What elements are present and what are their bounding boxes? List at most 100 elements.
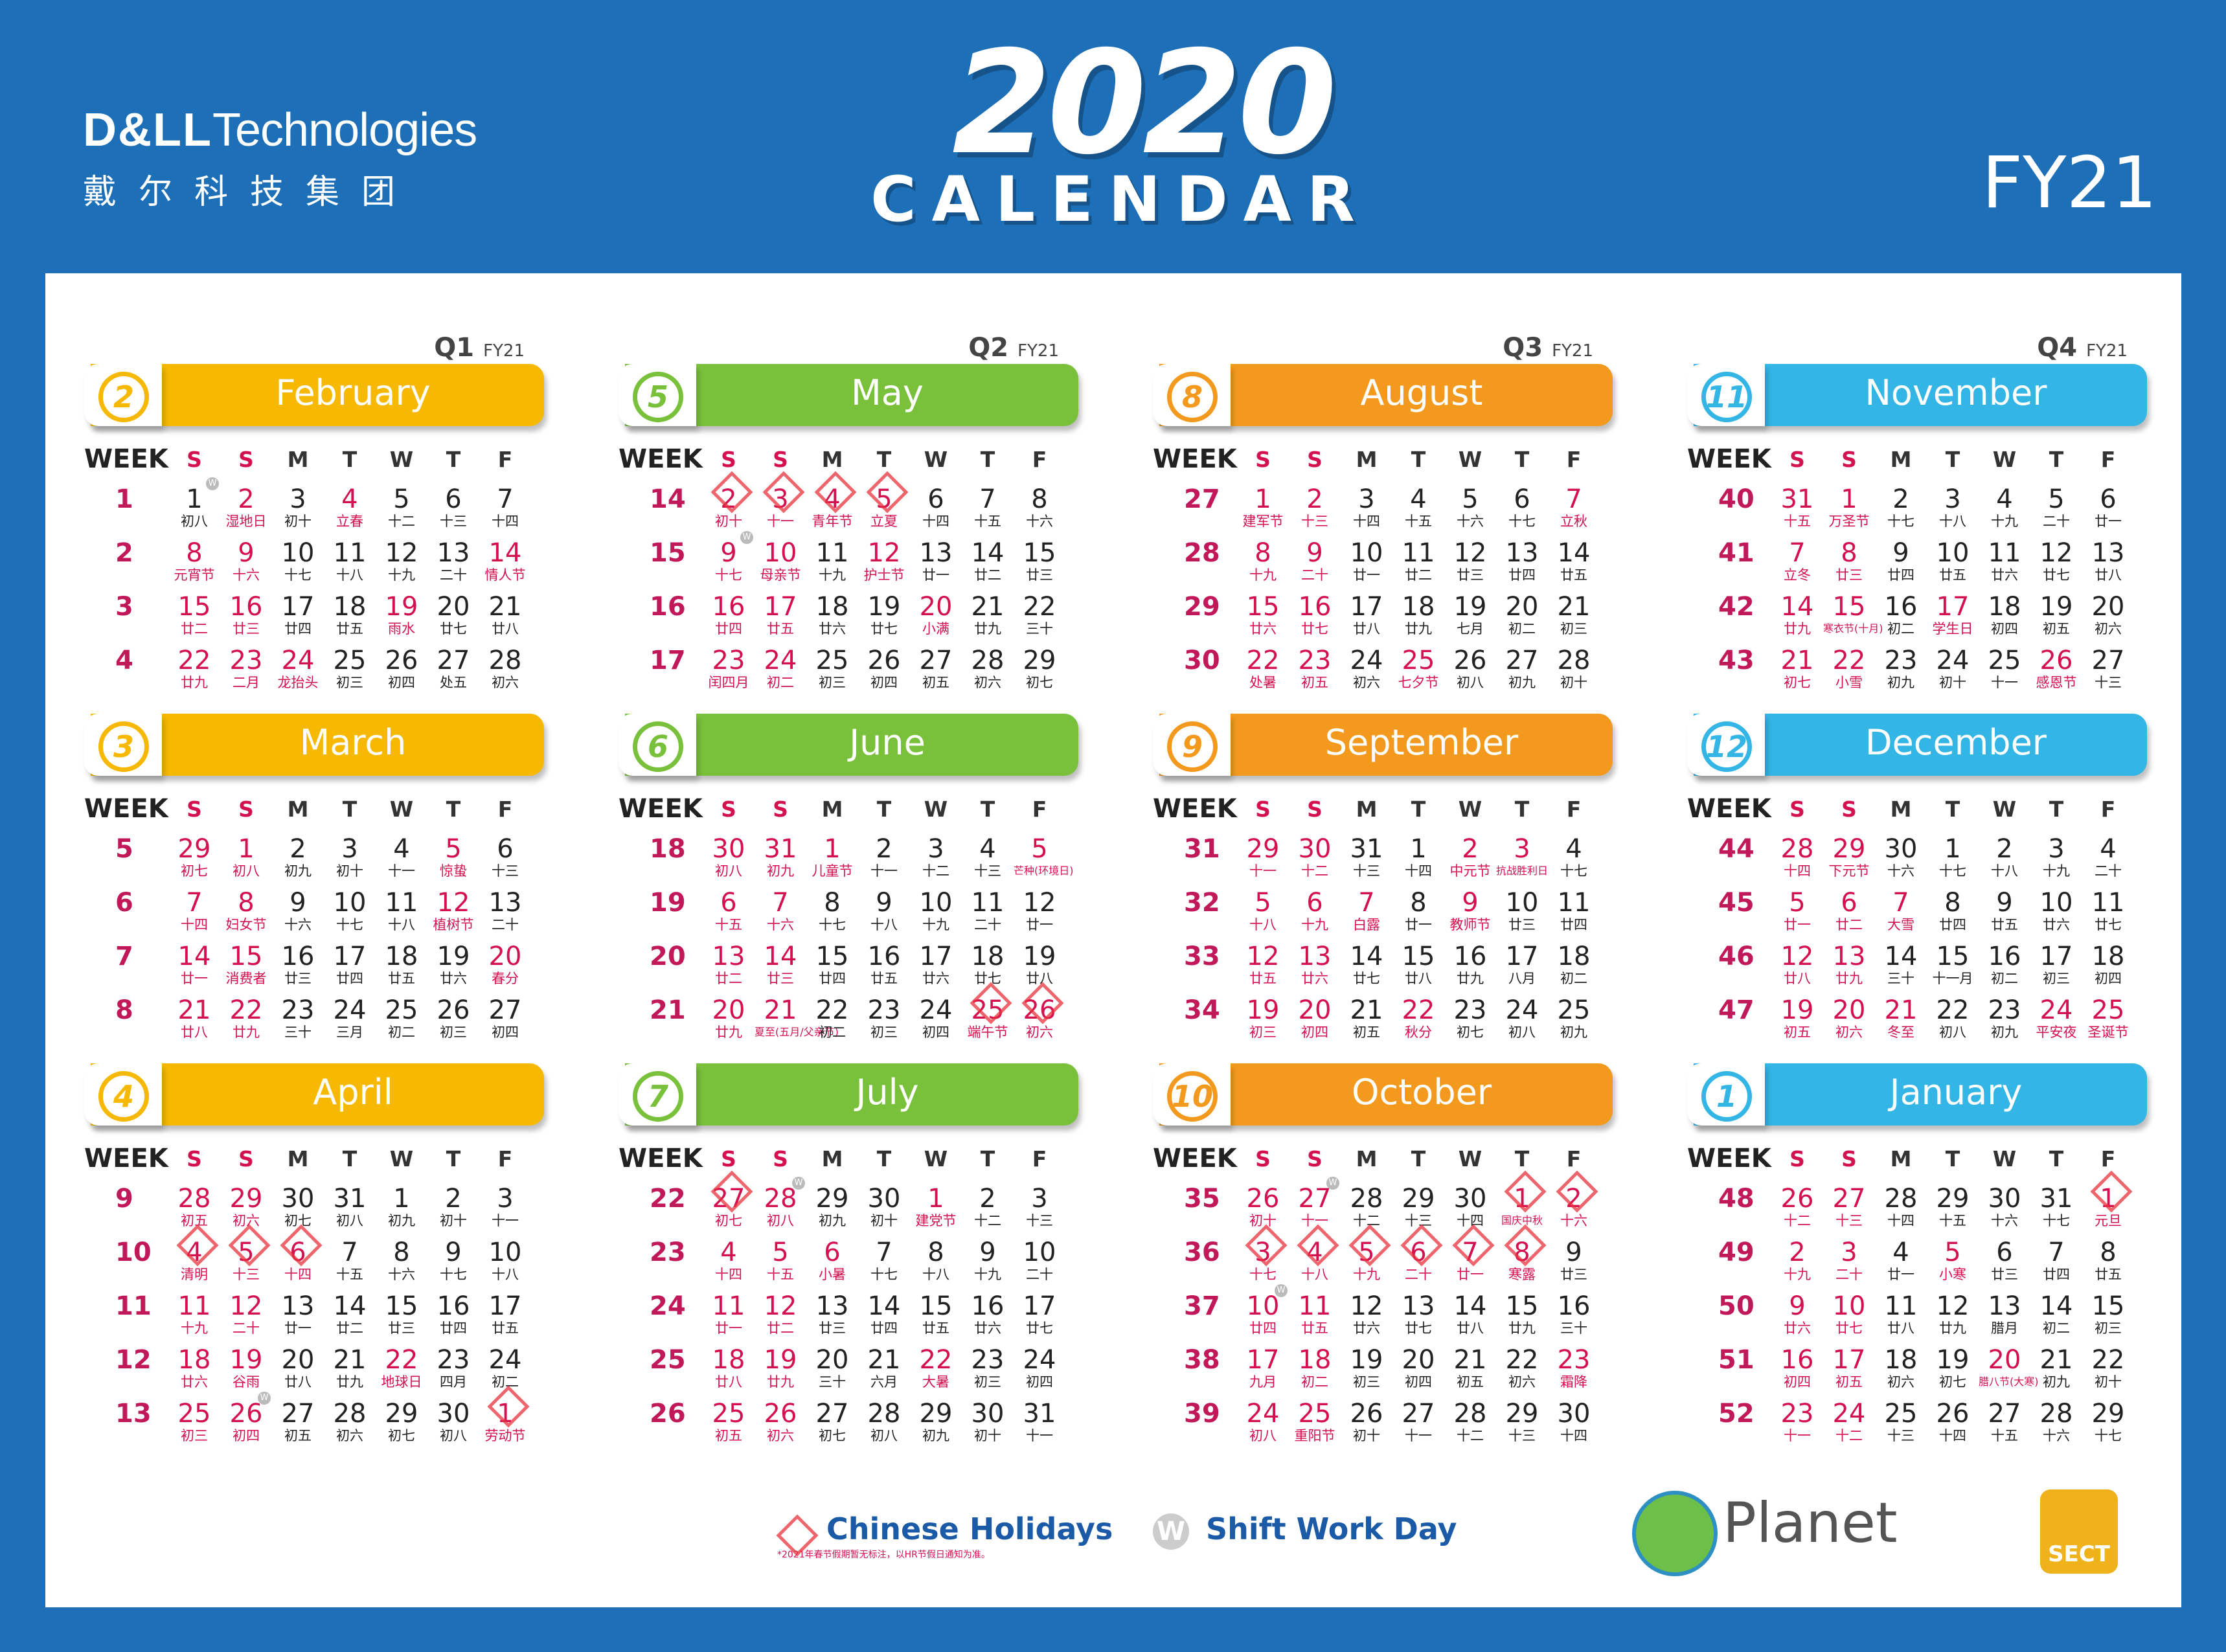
month-grid: WEEK S S M T W T F 9 28 初五 29 初六 30 初七 31 初八 1 初九 2 初十 3 十一 10 4… [84,1144,544,1443]
day-cell: W 27 十一 [1289,1173,1341,1228]
day-number: 18 [2091,942,2125,971]
day-cell: 2 十七 [1875,473,1927,529]
week-row: 51 16 初四 17 初五 18 初六 19 初七 20 腊八节(大寒) 21 初九 22 初十 [1687,1334,2147,1390]
day-cell: 8 廿四 [1927,877,1979,933]
day-number: 6 [927,484,944,514]
day-number: 26 [2039,646,2073,675]
lunar-label: 初六 [974,675,1001,690]
day-number: 13 [1832,942,1866,971]
day-cell: 9 十八 [858,877,910,933]
day-number: 3 [2048,834,2065,864]
lunar-label: 初二 [819,1024,846,1040]
day-cell: 20 初六 [1823,984,1875,1040]
day-number: 16 [1884,592,1918,622]
day-cell: 15 廿九 [1496,1280,1548,1336]
day-cell: 8 十六 [376,1227,427,1282]
day-number: 7 [341,1238,358,1267]
day-number: 19 [1936,1345,1970,1375]
week-row: 25 18 廿八 19 廿九 20 三十 21 六月 22 大暑 23 初三 24 初四 [619,1334,1078,1390]
day-number: 12 [764,1291,797,1321]
weekday-label: W [924,1146,948,1171]
day-number: 1 [1841,484,1857,514]
week-number: 35 [1184,1184,1220,1214]
legend-holidays: Chinese Holidays *2021年春节假期暂无标注，以HR节假日通知… [776,1511,1113,1561]
day-cell: 17 八月 [1496,931,1548,986]
day-cell: 4 十九 [1979,473,2030,529]
day-number: 3 [1514,834,1530,864]
week-row: 44 28 十四 29 下元节 30 十六 1 十七 2 十八 3 十九 4 二十 [1687,823,2147,879]
day-cell: 8 妇女节 [220,877,272,933]
day-number: 10 [764,538,797,568]
day-number: 2 [1789,1238,1806,1267]
day-number: 14 [1453,1291,1487,1321]
day-cell: 30 初八 [427,1388,479,1443]
month-grid: WEEK S S M T W T F 44 28 十四 29 下元节 30 十六 1 十七 2 十八 3 十九 4 二十 45… [1687,794,2147,1040]
legend-shift-label: Shift Work Day [1206,1511,1457,1546]
day-cell: 30 初八 [703,823,755,879]
day-number: 9 [1892,538,1909,568]
day-cell: 21 廿八 [479,581,531,637]
day-number: 22 [1402,995,1435,1025]
day-number: 22 [1832,646,1866,675]
day-cell: 15 廿二 [168,581,220,637]
day-cell: 9 十九 [962,1227,1014,1282]
day-cell: 7 十五 [962,473,1014,529]
lunar-label: 十三 [1887,1428,1914,1443]
weekday-label: S [1255,1146,1271,1171]
week-row: 6 7 十四 8 妇女节 9 十六 10 十七 11 十八 12 植树节 13 二十 [84,877,544,933]
day-number: 19 [385,592,418,622]
day-number: 6 [824,1238,841,1267]
day-cell: 16 廿七 [1289,581,1341,637]
week-row: 7 14 廿一 15 消费者 16 廿三 17 廿四 18 廿五 19 廿六 20 春分 [84,931,544,986]
weekday-label: M [821,796,843,822]
day-cell: 27 十三 [2082,635,2134,690]
weekday-label: WEEK [619,444,703,474]
day-number: 21 [971,592,1005,622]
day-cell: 17 廿四 [272,581,324,637]
day-number: 30 [437,1399,470,1429]
day-cell: 24 初十 [1927,635,1979,690]
weekday-label: S [187,446,202,472]
day-cell: 7 十七 [858,1227,910,1282]
weekday-header: WEEK S S M T W T F [1153,1144,1613,1173]
week-row: 2 8 元宵节 9 十六 10 十七 11 十八 12 十九 13 二十 14 情人节 [84,527,544,583]
day-cell: 6 十三 [479,823,531,879]
day-number: 13 [1298,942,1332,971]
weekday-label: T [2049,796,2064,822]
weekday-label: T [1945,446,1960,472]
day-cell: 12 廿三 [1444,527,1496,583]
day-cell: 15 廿四 [806,931,858,986]
day-cell: 3 十一 [479,1173,531,1228]
day-cell: 2 十二 [962,1173,1014,1228]
weekday-label: WEEK [619,1144,703,1173]
week-row: 4 22 廿九 23 二月 24 龙抬头 25 初三 26 初四 27 处五 28 初六 [84,635,544,690]
week-row: 33 12 廿五 13 廿六 14 廿七 15 廿八 16 廿九 17 八月 18 初二 [1153,931,1613,986]
lunar-label: 十四 [1939,1428,1966,1443]
sect-label: SECT [2048,1541,2110,1567]
week-number: 22 [650,1184,686,1214]
day-number: 18 [712,1345,745,1375]
day-cell: 14 廿三 [755,931,806,986]
day-number: 9 [238,538,255,568]
weekday-label: W [924,446,948,472]
weekday-label: S [773,1146,788,1171]
day-cell: 12 廿六 [1341,1280,1392,1336]
lunar-label: 初七 [1784,675,1811,690]
weekday-label: S [1841,1146,1857,1171]
day-cell: 15 廿五 [910,1280,962,1336]
day-number: 27 [919,646,953,675]
weekday-label: T [1411,796,1426,822]
day-number: 16 [1453,942,1487,971]
weekday-label: T [1411,446,1426,472]
day-number: 30 [712,834,745,864]
week-row: 29 15 廿六 16 廿七 17 廿八 18 廿九 19 七月 20 初二 21 初三 [1153,581,1613,637]
day-number: 8 [824,888,841,918]
weekday-label: S [1789,1146,1805,1171]
day-number: 15 [177,592,211,622]
weekday-header: WEEK S S M T W T F [619,794,1078,824]
day-cell: 17 廿六 [910,931,962,986]
day-number: 29 [2091,1399,2125,1429]
lunar-label: 初八 [870,1428,898,1443]
day-cell: 11 廿八 [1875,1280,1927,1336]
day-cell: 14 廿五 [1548,527,1600,583]
